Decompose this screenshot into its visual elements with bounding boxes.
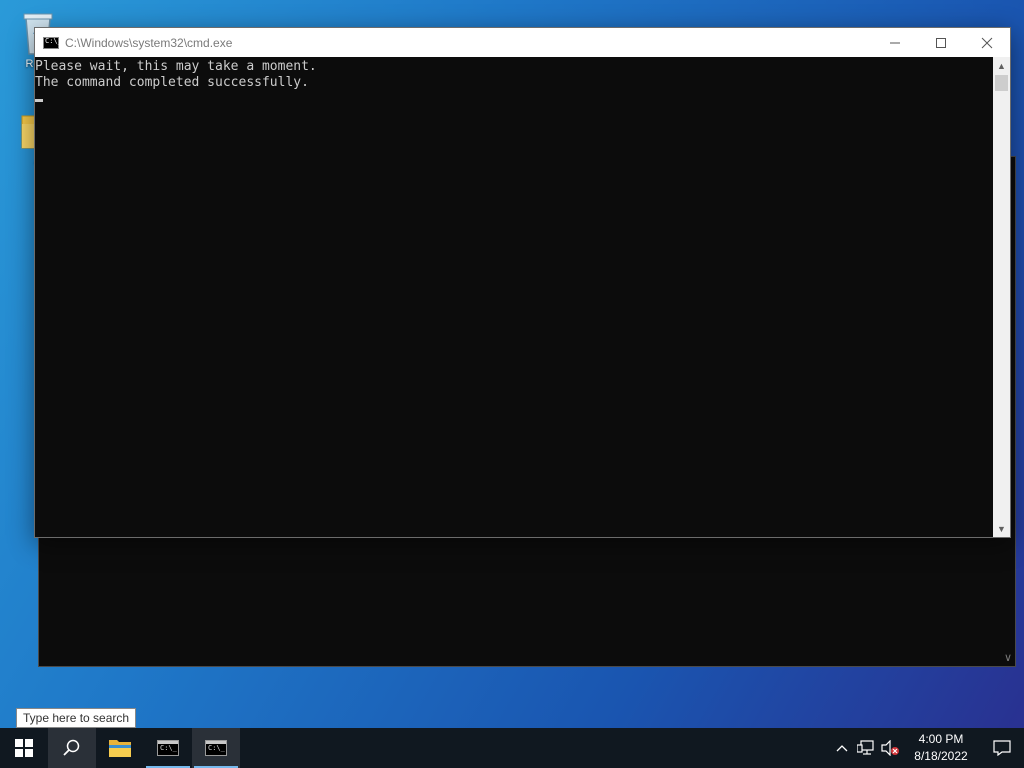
clock[interactable]: 4:00 PM 8/18/2022 <box>902 731 980 765</box>
minimize-button[interactable] <box>872 28 918 57</box>
search-tooltip: Type here to search <box>16 708 137 728</box>
window-title: C:\Windows\system32\cmd.exe <box>65 35 233 50</box>
vertical-scrollbar[interactable]: ▲ ▼ <box>993 57 1010 537</box>
start-button[interactable] <box>0 728 48 768</box>
cmd-taskbar-button[interactable] <box>192 728 240 768</box>
windows-logo-icon <box>15 739 33 757</box>
search-button[interactable] <box>48 728 96 768</box>
close-button[interactable] <box>964 28 1010 57</box>
window-controls <box>872 28 1010 57</box>
taskbar: 4:00 PM 8/18/2022 <box>0 728 1024 768</box>
console-line: The command completed successfully. <box>35 75 309 90</box>
cmd-icon <box>205 740 227 756</box>
maximize-button[interactable] <box>918 28 964 57</box>
clock-date: 8/18/2022 <box>914 749 968 763</box>
volume-muted-icon <box>881 740 899 756</box>
maximize-icon <box>936 37 946 48</box>
scroll-down-arrow-icon[interactable]: ∨ <box>1004 651 1012 664</box>
console-output[interactable]: Please wait, this may take a moment. The … <box>35 57 993 537</box>
volume-button[interactable] <box>878 728 902 768</box>
search-icon <box>63 739 80 756</box>
cmd-window[interactable]: C:\Windows\system32\cmd.exe Please wait,… <box>34 27 1011 538</box>
system-tray: 4:00 PM 8/18/2022 <box>830 728 1024 768</box>
folder-icon <box>109 740 131 757</box>
text-cursor <box>35 99 43 102</box>
action-center-button[interactable] <box>980 728 1024 768</box>
console-line: Please wait, this may take a moment. <box>35 59 317 74</box>
cmd-taskbar-button[interactable] <box>144 728 192 768</box>
file-explorer-button[interactable] <box>96 728 144 768</box>
scroll-down-arrow-icon[interactable]: ▼ <box>993 520 1010 537</box>
title-bar[interactable]: C:\Windows\system32\cmd.exe <box>35 28 1010 57</box>
network-icon <box>857 740 874 755</box>
close-icon <box>981 37 993 48</box>
cmd-icon <box>157 740 179 756</box>
show-hidden-icons-button[interactable] <box>830 728 854 768</box>
scrollbar-thumb[interactable] <box>995 75 1008 91</box>
notification-icon <box>993 740 1011 756</box>
chevron-up-icon <box>836 745 848 752</box>
cmd-icon <box>43 36 62 49</box>
minimize-icon <box>890 42 900 43</box>
scroll-up-arrow-icon[interactable]: ▲ <box>993 57 1010 74</box>
clock-time: 4:00 PM <box>918 732 964 746</box>
network-button[interactable] <box>854 728 878 768</box>
